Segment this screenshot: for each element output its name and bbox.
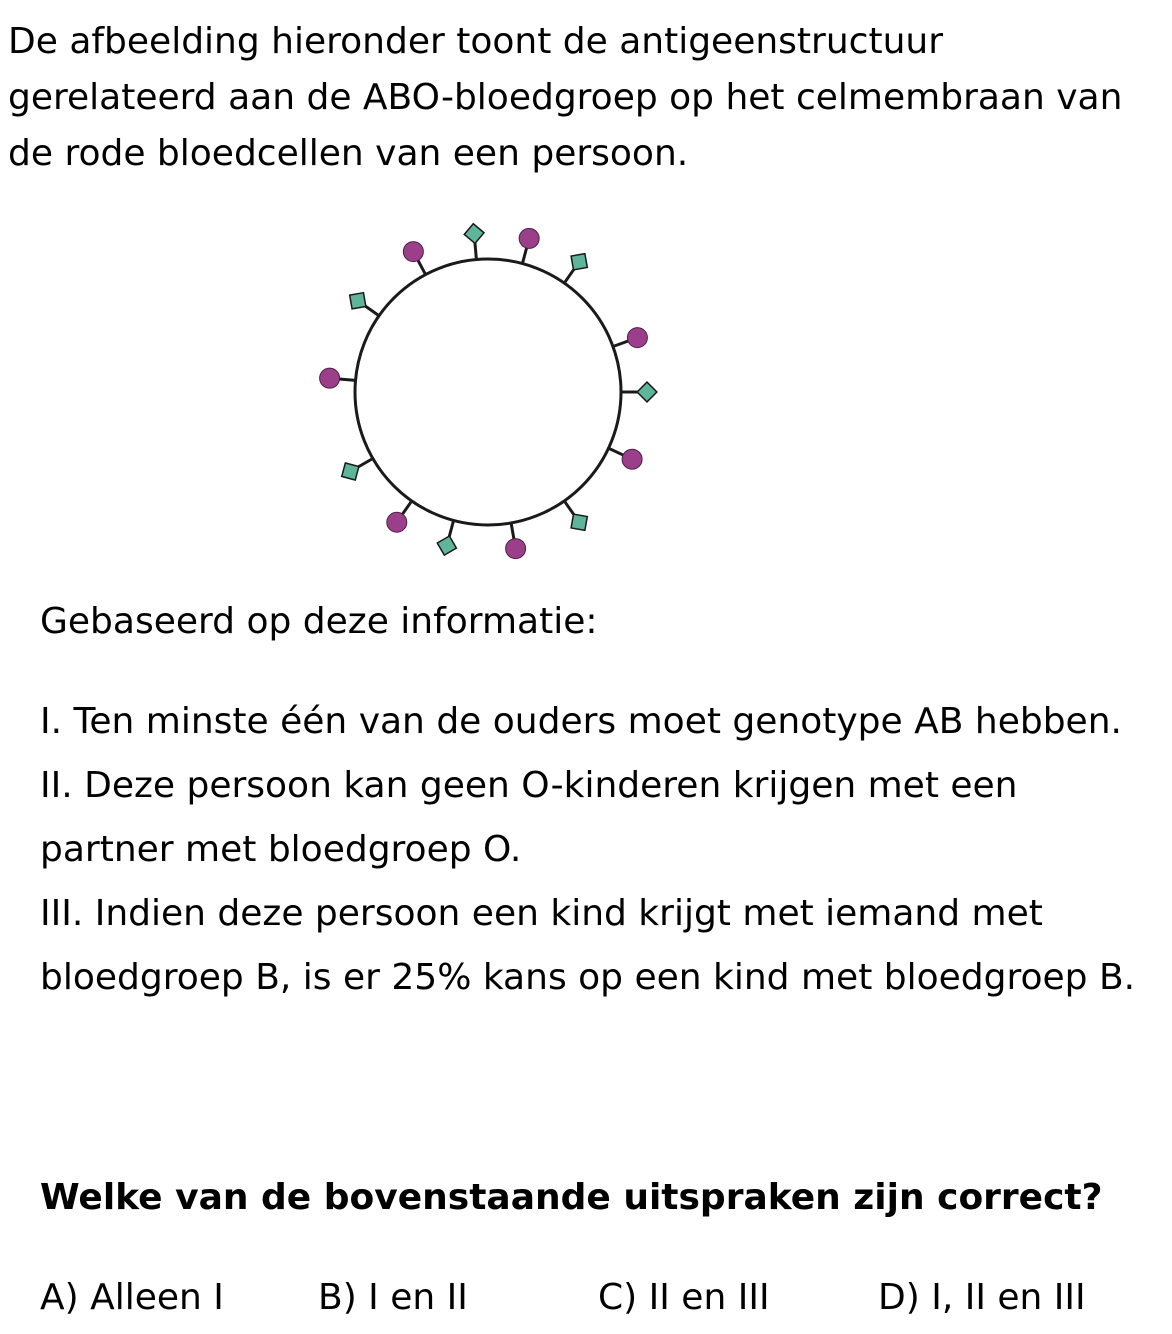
round-antigen-icon bbox=[621, 448, 643, 470]
option-d[interactable]: D) I, II en III bbox=[878, 1270, 1086, 1326]
statement-3: III. Indien deze persoon een kind krijgt… bbox=[40, 893, 1136, 998]
diamond-antigen-icon bbox=[348, 291, 367, 310]
antigen-stalk bbox=[415, 257, 427, 276]
lead-text: Gebaseerd op deze informatie: bbox=[40, 601, 598, 642]
intro-text: De afbeelding hieronder toont de antigee… bbox=[8, 21, 1123, 174]
question-text: Welke van de bovenstaande uitspraken zij… bbox=[40, 1177, 1103, 1218]
antigen-stalk bbox=[520, 245, 529, 264]
statement-1: I. Ten minste één van de ouders moet gen… bbox=[40, 701, 1122, 742]
diamond-antigen-icon bbox=[340, 462, 360, 481]
answer-options: A) Alleen I B) I en II C) II en III D) I… bbox=[40, 1270, 1160, 1326]
round-antigen-icon bbox=[505, 538, 527, 560]
option-c[interactable]: C) II en III bbox=[598, 1270, 770, 1326]
red-blood-cell-figure bbox=[310, 220, 670, 560]
antigen-stalk bbox=[400, 500, 413, 517]
diamond-antigen-icon bbox=[570, 252, 589, 271]
round-antigen-icon bbox=[626, 327, 648, 349]
round-antigen-icon bbox=[386, 511, 408, 533]
cell-antigen-diagram bbox=[319, 222, 658, 560]
antigen-stalk bbox=[607, 446, 626, 458]
antigen-stalk bbox=[337, 377, 356, 382]
diamond-antigen-icon bbox=[463, 222, 486, 245]
round-antigen-icon bbox=[319, 367, 341, 389]
round-antigen-icon bbox=[402, 241, 424, 263]
antigen-stalk bbox=[612, 338, 631, 348]
option-a[interactable]: A) Alleen I bbox=[40, 1270, 224, 1326]
round-antigen-icon bbox=[518, 227, 540, 249]
diamond-antigen-icon bbox=[436, 534, 458, 557]
antigen-stalk bbox=[509, 522, 516, 541]
statement-list: I. Ten minste één van de ouders moet gen… bbox=[40, 690, 1150, 1010]
diamond-antigen-icon bbox=[570, 513, 589, 532]
statement-2: II. Deze persoon kan geen O-kinderen kri… bbox=[40, 765, 1018, 870]
cell-membrane-circle bbox=[353, 257, 623, 527]
diamond-antigen-icon bbox=[636, 381, 658, 403]
option-b[interactable]: B) I en II bbox=[318, 1270, 468, 1326]
